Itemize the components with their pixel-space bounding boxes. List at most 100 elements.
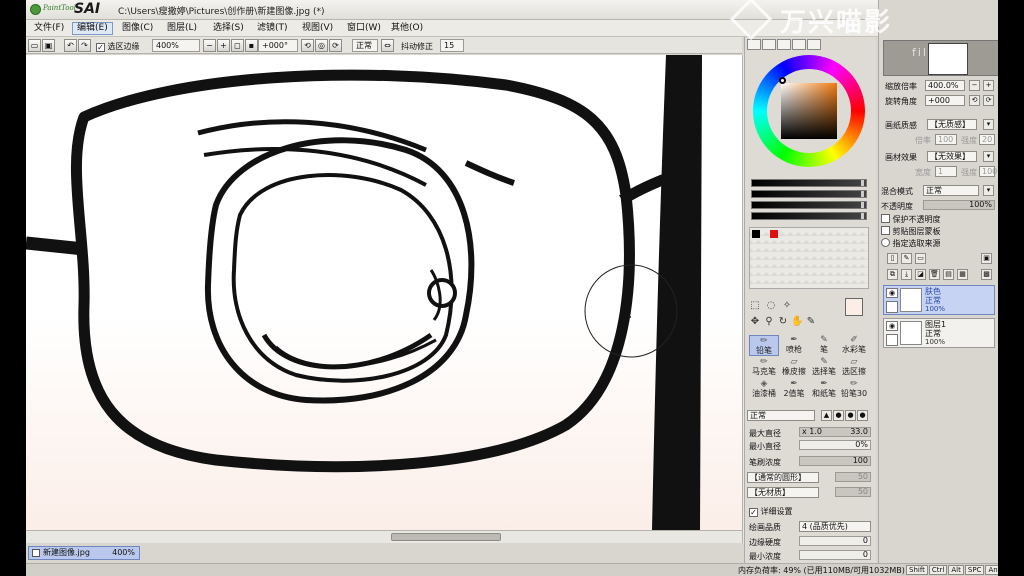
menu-other[interactable]: 其他(O) <box>387 22 427 35</box>
menu-edit[interactable]: 编辑(E) <box>72 22 113 35</box>
hsv-slider-tab-icon[interactable] <box>777 39 791 50</box>
brush-shape-strength[interactable]: 50 <box>835 472 871 482</box>
zoom-in-icon[interactable]: + <box>217 39 230 52</box>
layer-row-skin[interactable]: ◉ 肤色 正常 100% <box>883 285 995 315</box>
clipping-checkbox[interactable] <box>881 226 890 235</box>
stabilizer-select[interactable]: 15 <box>440 39 464 52</box>
saturation-value-square[interactable] <box>781 83 837 139</box>
hue-knob[interactable] <box>779 77 786 84</box>
paper-texture-select[interactable]: 【无质感】 <box>927 119 977 130</box>
color-slider-3[interactable] <box>751 201 867 209</box>
layer-opacity-slider[interactable]: 100% <box>923 200 995 210</box>
max-size-slider[interactable]: x 1.0 33.0 <box>799 427 871 437</box>
effect-strength-value[interactable]: 100 <box>979 166 997 177</box>
paper-strength-value[interactable]: 20 <box>979 134 995 145</box>
nav-zoom-out-icon[interactable]: − <box>969 80 980 91</box>
brush-texture-strength[interactable]: 50 <box>835 487 871 497</box>
rotate-right-icon[interactable]: ⟳ <box>329 39 342 52</box>
menu-layer[interactable]: 图层(L) <box>163 22 201 35</box>
brush-shape-select[interactable]: 【通常的圆形】 <box>747 472 819 483</box>
flip-icon[interactable]: ⇔ <box>381 39 394 52</box>
brush-select-eraser[interactable]: ▱ 选区擦 <box>839 357 869 378</box>
layer-visibility-eye-icon[interactable]: ◉ <box>886 288 898 298</box>
horizontal-scroll-thumb[interactable] <box>391 533 501 541</box>
menu-select[interactable]: 选择(S) <box>209 22 248 35</box>
foreground-color[interactable] <box>845 298 863 316</box>
delete-layer-icon[interactable]: 🗑 <box>929 269 940 280</box>
brush-texture-select[interactable]: 【无材质】 <box>747 487 819 498</box>
flatten-icon[interactable]: ▦ <box>957 269 968 280</box>
invert-select-icon[interactable]: ▣ <box>42 39 55 52</box>
layer-blend-select[interactable]: 正常 <box>923 185 979 196</box>
redo-icon[interactable]: ↷ <box>78 39 91 52</box>
paper-scale-value[interactable]: 100 <box>935 134 957 145</box>
detail-settings-checkbox[interactable]: ✓ <box>749 508 758 517</box>
brush-watercolor[interactable]: ✐ 水彩笔 <box>839 335 869 356</box>
menu-filter[interactable]: 滤镜(T) <box>253 22 292 35</box>
brush-pencil30[interactable]: ✏ 铅笔30 <box>839 379 869 400</box>
brush-marker[interactable]: ✏ 马克笔 <box>749 357 779 378</box>
selection-source-option[interactable]: 指定选取来源 <box>881 238 941 249</box>
brush-shape-3-icon[interactable]: ● <box>845 410 856 421</box>
brush-pencil[interactable]: ✏ 铅笔 <box>749 335 779 356</box>
move-icon[interactable]: ✥ <box>749 316 761 328</box>
zoom-field[interactable]: 400% <box>152 39 200 52</box>
undo-icon[interactable]: ↶ <box>64 39 77 52</box>
clipping-option[interactable]: 剪贴图层蒙板 <box>881 226 941 237</box>
zoom-reset-icon[interactable]: ◻ <box>231 39 244 52</box>
quality-select[interactable]: 4 (品质优先) <box>799 521 871 532</box>
drawing-canvas[interactable] <box>26 55 742 530</box>
brush-binary-pen[interactable]: ✒ 2值笔 <box>779 379 809 400</box>
merge-down-icon[interactable]: ⤓ <box>901 269 912 280</box>
nav-rotate-left-icon[interactable]: ⟲ <box>969 95 980 106</box>
layer-mask-icon[interactable]: ▣ <box>981 253 992 264</box>
brush-shape-4-icon[interactable]: ● <box>857 410 868 421</box>
swatch-grid[interactable] <box>749 227 869 289</box>
color-wheel-tab-icon[interactable] <box>747 39 761 50</box>
density-slider[interactable]: 100 <box>799 456 871 466</box>
edge-hardness-slider[interactable]: 0 <box>799 536 871 546</box>
menu-file[interactable]: 文件(F) <box>30 22 68 35</box>
min-density-slider[interactable]: 0 <box>799 550 871 560</box>
lasso-icon[interactable]: ◌ <box>765 300 777 312</box>
new-layer-icon[interactable]: ▯ <box>887 253 898 264</box>
brush-bucket[interactable]: ◈ 油漆桶 <box>749 379 779 400</box>
blend-mode-select[interactable]: 正常 <box>352 39 378 52</box>
selection-edge-toggle[interactable]: ✓ 选区边缘 <box>96 41 140 52</box>
selection-source-radio[interactable] <box>881 238 890 247</box>
paper-effect-dropdown-icon[interactable]: ▾ <box>983 151 994 162</box>
document-tab[interactable]: 新建图像.jpg 400% <box>28 546 140 560</box>
swatch-tab-icon[interactable] <box>792 39 806 50</box>
new-folder-icon[interactable]: ▭ <box>915 253 926 264</box>
layer-row-1[interactable]: ◉ 图层1 正常 100% <box>883 318 995 348</box>
brush-shape-2-icon[interactable]: ● <box>833 410 844 421</box>
detail-settings-toggle[interactable]: ✓ 详细设置 <box>749 506 793 517</box>
color-slider-4[interactable] <box>751 212 867 220</box>
scratchpad-tab-icon[interactable] <box>807 39 821 50</box>
current-color[interactable] <box>845 298 869 328</box>
paper-texture-dropdown-icon[interactable]: ▾ <box>983 119 994 130</box>
effect-width-value[interactable]: 1 <box>935 166 957 177</box>
swatch-red[interactable] <box>770 230 778 238</box>
brush-washi-pen[interactable]: ✒ 和纸笔 <box>809 379 839 400</box>
menu-view[interactable]: 视图(V) <box>298 22 337 35</box>
selection-edge-checkbox[interactable]: ✓ <box>96 43 105 52</box>
color-slider-1[interactable] <box>751 179 867 187</box>
zoom-tool-icon[interactable]: ⚲ <box>763 316 775 328</box>
brush-airbrush[interactable]: ✒ 喷枪 <box>779 335 809 356</box>
nav-rotate-right-icon[interactable]: ⟳ <box>983 95 994 106</box>
navigator-preview[interactable] <box>883 40 998 76</box>
protect-alpha-option[interactable]: 保护不透明度 <box>881 214 941 225</box>
layer-blend-dropdown-icon[interactable]: ▾ <box>983 185 994 196</box>
layer-visibility-eye-icon[interactable]: ◉ <box>886 321 898 331</box>
nav-zoom-in-icon[interactable]: + <box>983 80 994 91</box>
rect-select-icon[interactable]: ⬚ <box>749 300 761 312</box>
rotation-field[interactable]: +000° <box>258 39 298 52</box>
brush-blend-select[interactable]: 正常 <box>747 410 815 421</box>
swatch-black[interactable] <box>752 230 760 238</box>
zoom-fit-icon[interactable]: ▪ <box>245 39 258 52</box>
brush-eraser[interactable]: ▱ 橡皮擦 <box>779 357 809 378</box>
color-slider-2[interactable] <box>751 190 867 198</box>
nav-angle-value[interactable]: +000 <box>925 95 965 106</box>
new-linework-layer-icon[interactable]: ✎ <box>901 253 912 264</box>
